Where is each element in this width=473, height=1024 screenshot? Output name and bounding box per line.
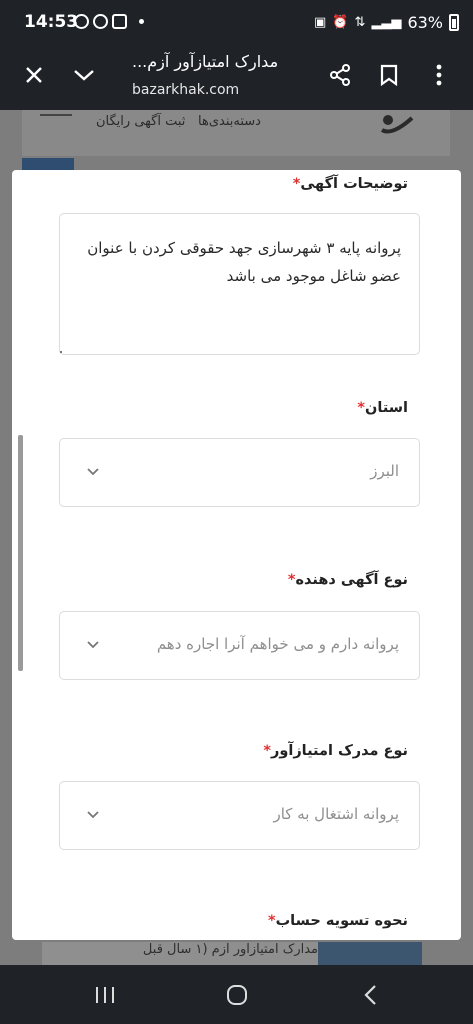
province-value: البرز <box>370 462 399 480</box>
lock-icon: ▣ <box>314 15 327 30</box>
chevron-down-icon <box>87 468 99 476</box>
document-type-select[interactable]: پروانه اشتغال به کار <box>59 781 420 850</box>
site-logo-icon <box>378 110 418 138</box>
data-icon: ⇅ <box>354 15 366 30</box>
more-icon[interactable] <box>424 60 454 90</box>
home-icon[interactable] <box>222 983 252 1007</box>
signal-icon: ▂▃▅ <box>371 15 402 30</box>
alarm-icon <box>93 14 108 29</box>
bookmark-icon[interactable] <box>374 60 404 90</box>
page-url: bazarkhak.com <box>132 82 240 98</box>
status-left-icons <box>74 14 144 29</box>
settlement-label: نحوه تسویه حساب* <box>268 913 408 929</box>
nav-link-free-ad: ثبت آگهی رایگان <box>96 114 186 129</box>
alarm-clock-icon: ⏰ <box>332 15 349 30</box>
description-textarea[interactable]: پروانه پایه ۳ شهرسازی جهد حقوقی کردن با … <box>59 213 420 355</box>
status-time: 14:53 <box>24 12 79 32</box>
browser-toolbar: مدارک امتیازآور آزم... bazarkhak.com <box>0 46 473 110</box>
modal-scrollbar[interactable] <box>18 435 23 671</box>
document-type-value: پروانه اشتغال به کار <box>273 805 399 823</box>
chevron-down-icon <box>87 641 99 649</box>
resize-handle-icon[interactable] <box>60 351 62 353</box>
advertiser-type-select[interactable]: پروانه دارم و می خواهم آنرا اجاره دهم <box>59 611 420 680</box>
province-select[interactable]: البرز <box>59 438 420 507</box>
status-right-icons: ▣ ⏰ ⇅ ▂▃▅ 63% <box>314 13 459 32</box>
required-mark: * <box>268 913 276 929</box>
share-icon[interactable] <box>325 60 355 90</box>
battery-icon <box>449 14 459 31</box>
back-icon[interactable] <box>355 983 385 1007</box>
required-mark: * <box>263 743 271 759</box>
nav-link-categories: دسته‌بندی‌ها <box>198 114 261 129</box>
whatsapp-icon <box>74 14 89 29</box>
status-bar: 14:53 ▣ ⏰ ⇅ ▂▃▅ 63% <box>0 0 473 46</box>
document-type-label: نوع مدرک امتیازآور* <box>263 743 408 759</box>
advertiser-type-value: پروانه دارم و می خواهم آنرا اجاره دهم <box>156 635 399 653</box>
chevron-down-icon[interactable] <box>69 60 99 90</box>
page-title: مدارک امتیازآور آزم... <box>132 52 279 71</box>
ad-form-modal: توضیحات آگهی* پروانه پایه ۳ شهرسازی جهد … <box>12 170 461 940</box>
battery-percent: 63% <box>407 13 443 32</box>
chevron-down-icon <box>87 811 99 819</box>
menu-icon <box>40 114 72 116</box>
province-label: استان* <box>357 400 408 416</box>
background-listing: مدارک امتیازآور آزم (۱ سال قبل <box>42 942 422 966</box>
site-header: ثبت آگهی رایگان دسته‌بندی‌ها <box>22 110 450 156</box>
required-mark: * <box>357 400 366 416</box>
recent-apps-icon[interactable] <box>90 983 120 1007</box>
description-label: توضیحات آگهی* <box>292 176 408 192</box>
system-nav-bar <box>0 965 473 1024</box>
close-icon[interactable] <box>19 60 49 90</box>
notification-dot-icon <box>139 19 144 24</box>
listing-badge <box>318 942 422 966</box>
pdf-icon <box>112 14 127 29</box>
advertiser-type-label: نوع آگهی دهنده* <box>287 572 408 588</box>
